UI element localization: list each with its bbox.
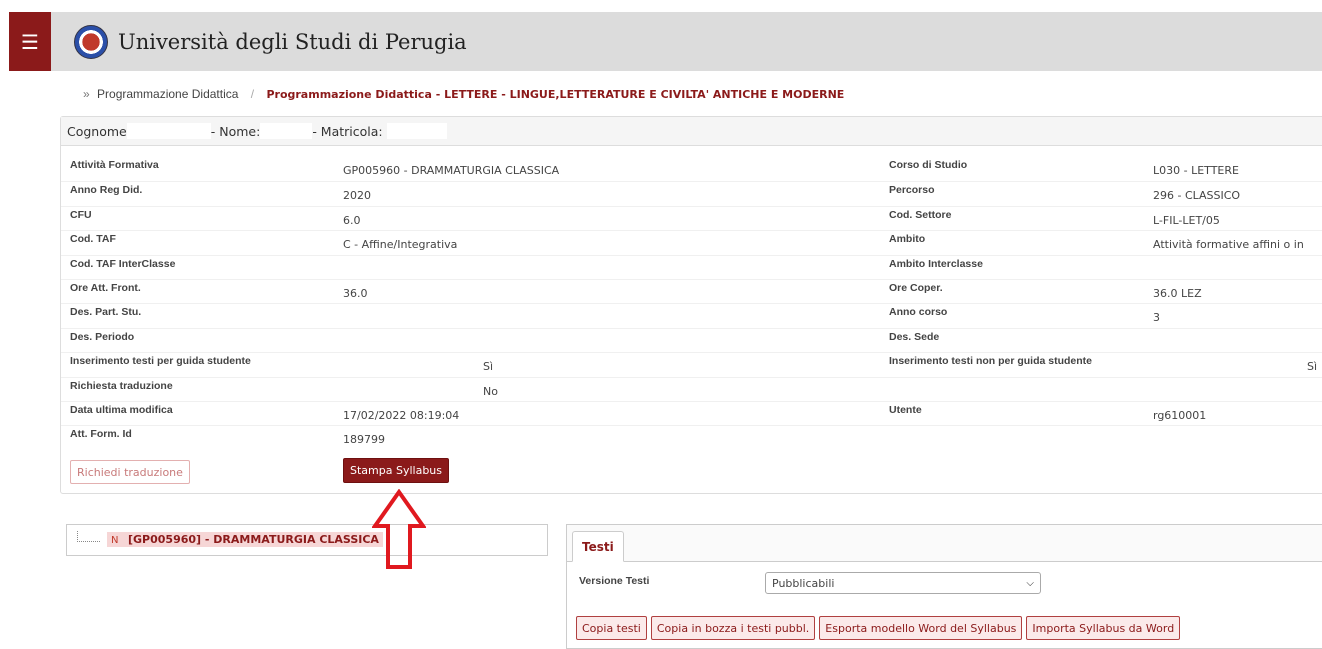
detail-row: Cod. TAF InterClasse Ambito Interclasse	[61, 254, 1322, 279]
detail-row: CFU 6.0 Cod. Settore L-FIL-LET/05	[61, 205, 1322, 230]
detail-label: Attività Formativa	[70, 159, 159, 171]
detail-value: Sì	[1307, 360, 1318, 374]
university-name[interactable]: Università degli Studi di Perugia	[118, 30, 467, 54]
detail-label: Utente	[889, 403, 922, 416]
matricola-label: - Matricola:	[312, 123, 383, 139]
importa-word-button[interactable]: Importa Syllabus da Word	[1026, 616, 1181, 640]
detail-value: 3	[1153, 311, 1160, 325]
detail-label: Anno Reg Did.	[70, 184, 143, 197]
top-bar: Università degli Studi di Perugia	[51, 12, 1322, 71]
detail-value: 36.0 LEZ	[1153, 286, 1202, 300]
tab-testi[interactable]: Testi	[572, 531, 624, 562]
detail-label: Des. Part. Stu.	[70, 306, 142, 319]
syllabus-tree: N [GP005960] - DRAMMATURGIA CLASSICA	[66, 524, 548, 556]
cognome-redacted	[126, 123, 211, 139]
detail-row: Inserimento testi per guida studente Sì In…	[61, 352, 1322, 376]
matricola-redacted	[386, 123, 447, 139]
detail-label: Percorso	[889, 184, 935, 197]
detail-label: Des. Periodo	[70, 330, 135, 343]
detail-value: L030 - LETTERE	[1153, 164, 1239, 177]
versione-selected-value: Pubblicabili	[772, 576, 835, 590]
testi-actions: Copia testi Copia in bozza i testi pubbl…	[576, 616, 1181, 640]
detail-row: Ore Att. Front. 36.0 Ore Coper. 36.0 LEZ	[61, 278, 1322, 303]
activity-panel: Cognome - Nome: - Matricola: Attività Fo…	[60, 116, 1322, 494]
breadcrumb-separator-icon: »	[83, 87, 90, 101]
detail-label: Ambito	[889, 233, 926, 246]
detail-row: Data ultima modifica 17/02/2022 08:19:04 U…	[61, 400, 1322, 425]
detail-label: Richiesta traduzione	[70, 379, 173, 392]
detail-value: 17/02/2022 08:19:04	[343, 408, 460, 422]
tree-node[interactable]: N [GP005960] - DRAMMATURGIA CLASSICA	[107, 532, 383, 547]
detail-value: 189799	[343, 433, 385, 447]
detail-value: 36.0	[343, 286, 368, 300]
detail-value: C - Affine/Integrativa	[343, 238, 458, 252]
menu-button[interactable]: ☰	[9, 12, 51, 71]
detail-row: Anno Reg Did. 2020 Percorso 296 - CLASSICO	[61, 181, 1322, 205]
detail-label: Inserimento testi non per guida studente	[889, 355, 1093, 368]
detail-row: Des. Periodo Des. Sede	[61, 327, 1322, 352]
detail-label: Cod. TAF	[70, 233, 116, 246]
detail-row: Richiesta traduzione No	[61, 376, 1322, 401]
detail-value: 296 - CLASSICO	[1153, 189, 1241, 203]
detail-label: Ore Att. Front.	[70, 281, 141, 294]
nome-redacted	[260, 123, 313, 139]
detail-label: Corso di Studio	[889, 159, 968, 171]
hamburger-menu-icon: ☰	[21, 29, 39, 54]
versione-testi-select[interactable]: Pubblicabili ⌵	[765, 572, 1041, 594]
tree-connector	[77, 531, 100, 542]
tree-node-label[interactable]: [GP005960] - DRAMMATURGIA CLASSICA	[128, 533, 379, 546]
detail-row: Cod. TAF C - Affine/Integrativa Ambito Atti…	[61, 230, 1322, 254]
university-seal-logo[interactable]	[74, 24, 108, 59]
detail-label: Cod. TAF InterClasse	[70, 257, 176, 270]
detail-label: Des. Sede	[889, 330, 940, 343]
versione-testi-label: Versione Testi	[579, 575, 650, 587]
detail-value: GP005960 - DRAMMATURGIA CLASSICA	[343, 164, 560, 177]
breadcrumb-current: Programmazione Didattica - LETTERE - LIN…	[266, 88, 845, 101]
tree-node-badge: N	[111, 535, 119, 546]
detail-value: No	[483, 384, 498, 398]
copia-testi-button[interactable]: Copia testi	[576, 616, 647, 640]
stampa-syllabus-button[interactable]: Stampa Syllabus	[343, 458, 450, 483]
up-arrow-annotation-icon	[372, 489, 426, 569]
cognome-label: Cognome	[67, 123, 127, 139]
detail-value: L-FIL-LET/05	[1153, 213, 1220, 227]
copia-bozza-button[interactable]: Copia in bozza i testi pubbl.	[650, 616, 816, 640]
detail-value: rg610001	[1153, 408, 1207, 422]
tab-strip: Testi	[567, 525, 1322, 562]
detail-value: Attività formative affini o in	[1153, 238, 1304, 252]
nome-label: - Nome:	[210, 123, 261, 139]
richiedi-traduzione-button[interactable]: Richiedi traduzione	[70, 460, 190, 484]
testi-tab-panel: Testi Versione Testi Pubblicabili ⌵ Copi…	[566, 524, 1322, 649]
details-grid: Attività Formativa GP005960 - DRAMMATURGI…	[61, 157, 1322, 450]
chevron-down-icon: ⌵	[1026, 577, 1034, 589]
detail-label: Anno corso	[889, 306, 948, 319]
detail-value: Sì	[483, 360, 494, 374]
detail-row: Att. Form. Id 189799	[61, 425, 1322, 449]
detail-label: Data ultima modifica	[70, 403, 173, 416]
detail-label: Ore Coper.	[889, 281, 943, 294]
breadcrumb-parent-link[interactable]: Programmazione Didattica	[97, 87, 238, 101]
detail-label: Cod. Settore	[889, 208, 952, 221]
detail-label: Inserimento testi per guida studente	[70, 355, 251, 368]
detail-row: Des. Part. Stu. Anno corso 3	[61, 303, 1322, 327]
breadcrumb-slash: /	[250, 87, 255, 101]
esporta-word-button[interactable]: Esporta modello Word del Syllabus	[819, 616, 1023, 640]
detail-label: Ambito Interclasse	[889, 257, 983, 270]
detail-value: 2020	[343, 189, 371, 203]
detail-row: Attività Formativa GP005960 - DRAMMATURGI…	[61, 157, 1322, 181]
detail-label: Att. Form. Id	[70, 428, 132, 441]
detail-value: 6.0	[343, 213, 361, 227]
student-header: Cognome - Nome: - Matricola:	[61, 117, 1322, 146]
detail-label: CFU	[70, 208, 92, 221]
breadcrumb: » Programmazione Didattica / Programmazi…	[83, 87, 844, 101]
